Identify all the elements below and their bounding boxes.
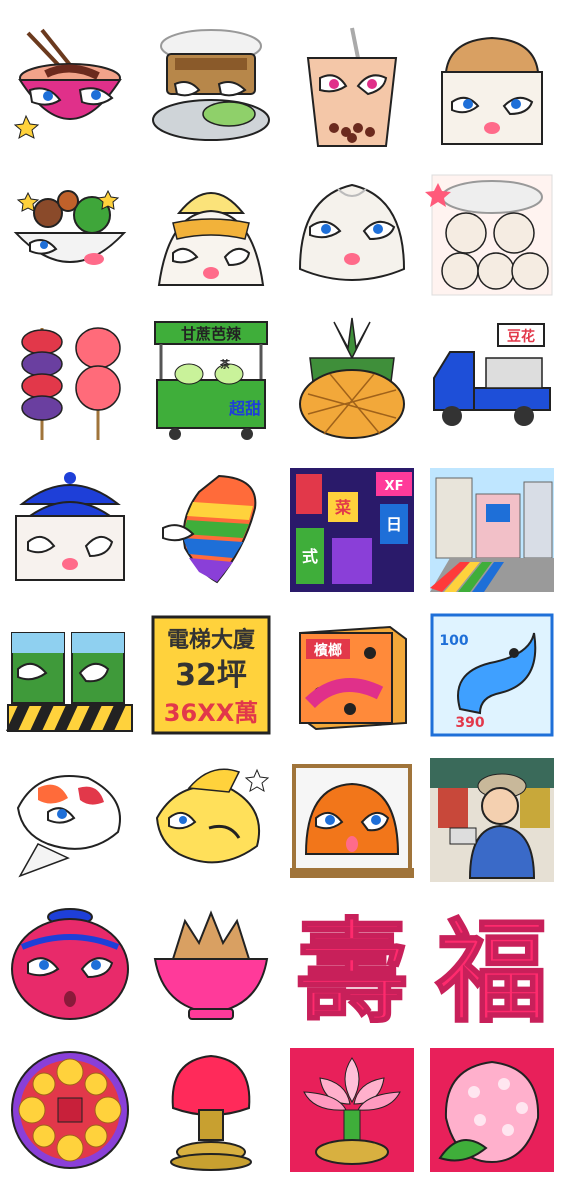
estate-line-3: 36XX萬 — [164, 699, 258, 727]
sticker-pink-peach[interactable] — [422, 1035, 562, 1185]
sticker-blue-truck[interactable]: 豆花 — [422, 305, 562, 455]
longevity-char-text: 壽 — [296, 908, 408, 1038]
red-lantern-icon — [11, 908, 129, 1020]
sticker-lion-dog-display-case[interactable] — [282, 745, 422, 895]
dolphin-bottom-text: 390 — [455, 715, 484, 731]
sticker-green-mountain-barrier[interactable] — [0, 600, 140, 750]
sticker-soup-dumplings[interactable] — [422, 160, 562, 310]
neon-sign-4: 式 — [302, 547, 318, 566]
sticker-real-estate-sign[interactable]: 電梯大廈 32坪 36XX萬 — [141, 600, 281, 750]
lion-dog-display-case-icon — [290, 764, 414, 878]
sticker-memorial-hall[interactable] — [0, 455, 140, 605]
real-estate-sign-icon: 電梯大廈 32坪 36XX萬 — [151, 615, 271, 735]
sticker-rainbow-taiwan-map[interactable] — [141, 455, 281, 605]
beef-noodle-bowl-icon — [13, 28, 122, 140]
toast-box-icon — [441, 36, 543, 145]
memorial-hall-icon — [15, 472, 125, 581]
sticker-grid: 甘蔗芭辣 超甜 茶 豆花 XF 菜 日 式 電梯大廈 32坪 36XX萬 檳榔 … — [0, 0, 562, 1200]
sticker-peach-on-stand[interactable] — [141, 1035, 281, 1185]
sticker-yellow-fish[interactable] — [141, 745, 281, 895]
sticker-blessing-character[interactable]: 福 — [422, 890, 562, 1040]
pineapple-icon — [299, 317, 405, 439]
sticker-red-lantern[interactable] — [0, 890, 140, 1040]
sticker-pineapple[interactable] — [282, 305, 422, 455]
cart-sign-text: 甘蔗芭辣 — [181, 325, 242, 343]
sticker-beef-noodle-bowl[interactable] — [0, 15, 140, 165]
flower-wreath-icon — [11, 1051, 129, 1169]
cart-sub-text: 茶 — [219, 358, 231, 371]
green-mountain-barrier-icon — [6, 632, 133, 732]
sticker-shaved-ice-mountain[interactable] — [141, 160, 281, 310]
dolphin-top-text: 100 — [439, 633, 468, 649]
sticker-street-crossing-building[interactable] — [422, 455, 562, 605]
steamed-bun-icon — [298, 183, 406, 281]
truck-sign-text: 豆花 — [507, 328, 535, 345]
sticker-betel-nut-box[interactable]: 檳榔 — [282, 600, 422, 750]
sticker-market-street-boy[interactable] — [422, 745, 562, 895]
shaved-ice-mountain-icon — [157, 192, 265, 286]
pink-peach-icon — [430, 1048, 554, 1172]
sticker-sugarcane-juice-cart[interactable]: 甘蔗芭辣 超甜 茶 — [141, 305, 281, 455]
blessing-char-text: 福 — [435, 908, 548, 1038]
mooncake-bowl-icon — [153, 910, 269, 1020]
sticker-koi-fish[interactable] — [0, 745, 140, 895]
blue-dolphin-poster-icon: 100 390 — [430, 613, 554, 737]
sticker-candied-fruit-skewers[interactable] — [0, 305, 140, 455]
sticker-flower-wreath[interactable] — [0, 1035, 140, 1185]
sticker-stinky-tofu-plate[interactable] — [141, 15, 281, 165]
sticker-steamed-bun[interactable] — [282, 160, 422, 310]
yellow-fish-icon — [155, 768, 270, 864]
blessing-character-icon: 福 — [434, 907, 549, 1039]
sticker-mooncake-bowl[interactable] — [141, 890, 281, 1040]
sticker-bubble-tea-cup[interactable] — [282, 15, 422, 165]
neon-sign-3: 日 — [386, 515, 402, 534]
betel-sign-text: 檳榔 — [314, 642, 342, 659]
sticker-toast-box[interactable] — [422, 15, 562, 165]
lotus-lamp-icon — [290, 1048, 414, 1172]
soup-dumplings-icon — [425, 174, 553, 296]
neon-city-signs-icon: XF 菜 日 式 — [290, 468, 414, 592]
sticker-neon-city-signs[interactable]: XF 菜 日 式 — [282, 455, 422, 605]
neon-sign-1: XF — [385, 479, 404, 494]
sugarcane-juice-cart-icon: 甘蔗芭辣 超甜 茶 — [154, 321, 268, 440]
street-crossing-building-icon — [430, 468, 554, 592]
sticker-longevity-character[interactable]: 壽 — [282, 890, 422, 1040]
peach-on-stand-icon — [170, 1054, 252, 1171]
sticker-blue-dolphin-poster[interactable]: 100 390 — [422, 600, 562, 750]
cart-badge-text: 超甜 — [228, 399, 261, 418]
longevity-character-icon: 壽 — [295, 907, 409, 1039]
betel-nut-box-icon: 檳榔 — [299, 625, 407, 731]
candied-fruit-skewers-icon — [21, 327, 121, 440]
stinky-tofu-plate-icon — [152, 29, 270, 141]
neon-sign-2: 菜 — [334, 498, 351, 517]
rainbow-taiwan-map-icon — [162, 474, 257, 584]
estate-line-2: 32坪 — [175, 658, 247, 693]
braised-food-bowl-icon — [13, 189, 127, 265]
estate-line-1: 電梯大廈 — [167, 627, 255, 653]
bubble-tea-cup-icon — [306, 27, 398, 147]
sticker-lotus-lamp[interactable] — [282, 1035, 422, 1185]
koi-fish-icon — [16, 775, 121, 878]
market-street-boy-icon — [430, 758, 554, 882]
sticker-braised-food-bowl[interactable] — [0, 160, 140, 310]
blue-truck-icon: 豆花 — [433, 323, 551, 426]
